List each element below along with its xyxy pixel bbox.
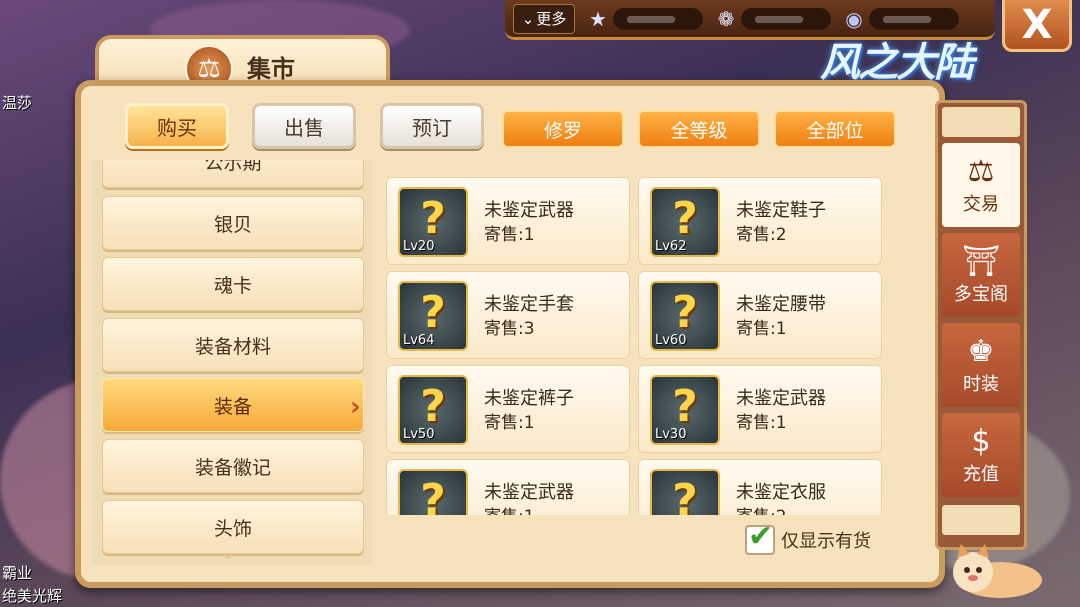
item-card[interactable]: ? Lv30 未鉴定武器 寄售:1 (638, 365, 882, 453)
star-icon: ★ (589, 6, 607, 31)
rail-ornament (942, 505, 1020, 535)
question-mark-icon: ? (420, 193, 446, 244)
item-card[interactable]: ? Lv62 未鉴定鞋子 寄售:2 (638, 177, 882, 265)
stock-only-toggle[interactable]: 仅显示有货 (745, 519, 871, 555)
scroll-down-icon: ⌄ (220, 540, 237, 564)
item-name: 未鉴定武器 (484, 200, 574, 221)
checkbox-checked-icon[interactable] (745, 519, 775, 555)
item-card[interactable]: ? Lv20 未鉴定武器 寄售:1 (386, 177, 630, 265)
question-mark-icon: ? (672, 287, 698, 338)
item-name: 未鉴定衣服 (736, 482, 826, 503)
stock-only-label: 仅显示有货 (781, 531, 871, 552)
conch-icon: ◉ (845, 6, 863, 31)
item-icon: ? Lv50 (398, 375, 468, 445)
item-card[interactable]: ? Lv60 未鉴定腰带 寄售:1 (638, 271, 882, 359)
dollar-icon: $ (971, 424, 991, 459)
item-level: Lv64 (403, 333, 435, 348)
side-menu-label: 交易 (963, 194, 999, 215)
tab-sell[interactable]: 出售 (252, 103, 356, 149)
close-icon: X (1021, 1, 1053, 48)
side-menu-label: 时装 (963, 374, 999, 395)
world-player-name: 霸业 (2, 564, 33, 582)
item-icon: ? Lv62 (650, 187, 720, 257)
item-consign-count: 寄售:2 (736, 502, 787, 515)
category-item-selected[interactable]: 装备 (102, 378, 364, 432)
world-player-name: 温莎 (2, 94, 33, 112)
resource-value (741, 7, 831, 30)
item-card[interactable]: ? 未鉴定衣服 寄售:2 (638, 459, 882, 515)
item-card[interactable]: ? 未鉴定武器 寄售:1 (386, 459, 630, 515)
outfit-icon: ♚ (967, 334, 995, 369)
item-icon: ? (398, 469, 468, 515)
class-filter-button[interactable]: 修罗 (502, 110, 624, 148)
category-item[interactable]: 魂卡 (102, 257, 364, 311)
question-mark-icon: ? (672, 475, 698, 515)
resource-shell: ❁ (715, 6, 831, 31)
side-menu-label: 多宝阁 (954, 284, 1008, 305)
item-name: 未鉴定武器 (736, 388, 826, 409)
close-button[interactable]: X (1002, 0, 1072, 52)
item-consign-count: 寄售:1 (484, 502, 535, 515)
item-consign-count: 寄售:1 (736, 413, 787, 433)
item-name: 未鉴定武器 (484, 482, 574, 503)
category-item[interactable]: 装备材料 (102, 318, 364, 372)
scale-icon: ⚖ (967, 154, 995, 189)
world-player-name: 绝美光辉 (2, 587, 63, 605)
treasure-icon: ⛩ (961, 244, 1001, 279)
item-level: Lv20 (403, 239, 435, 254)
item-level: Lv50 (403, 427, 435, 442)
side-menu-trade[interactable]: ⚖ 交易 (942, 143, 1020, 227)
resource-star: ★ (587, 6, 703, 31)
side-menu: ⚖ 交易 ⛩ 多宝阁 ♚ 时装 $ 充值 (935, 100, 1027, 550)
category-item[interactable]: 装备徽记 (102, 439, 364, 493)
page-title: 集市 (247, 55, 295, 83)
question-mark-icon: ? (420, 475, 446, 515)
pet-mascot-icon (953, 544, 1042, 598)
item-icon: ? Lv30 (650, 375, 720, 445)
category-list[interactable]: 公示期 银贝 魂卡 装备材料 装备 装备徽记 头饰 (92, 160, 372, 565)
item-name: 未鉴定裤子 (484, 388, 574, 409)
resource-value (613, 7, 703, 30)
item-name: 未鉴定手套 (484, 294, 574, 315)
question-mark-icon: ? (672, 193, 698, 244)
item-consign-count: 寄售:1 (484, 225, 535, 245)
more-label: 更多 (536, 10, 567, 28)
item-level: Lv30 (655, 427, 687, 442)
tab-buy[interactable]: 购买 (125, 103, 229, 149)
item-consign-count: 寄售:1 (484, 413, 535, 433)
item-level: Lv62 (655, 239, 687, 254)
item-list[interactable]: ? Lv20 未鉴定武器 寄售:1 ? Lv62 未鉴定鞋子 寄售:2 ? Lv64 … (382, 165, 890, 515)
item-name: 未鉴定鞋子 (736, 200, 826, 221)
item-icon: ? (650, 469, 720, 515)
item-level: Lv60 (655, 333, 687, 348)
item-name: 未鉴定腰带 (736, 294, 826, 315)
item-card[interactable]: ? Lv64 未鉴定手套 寄售:3 (386, 271, 630, 359)
item-consign-count: 寄售:1 (736, 319, 787, 339)
selected-arrow-icon: › (350, 392, 361, 422)
slot-filter-button[interactable]: 全部位 (774, 110, 896, 148)
category-item[interactable]: 银贝 (102, 196, 364, 250)
question-mark-icon: ? (672, 381, 698, 432)
category-item[interactable]: 公示期 (102, 160, 364, 188)
side-menu-fashion[interactable]: ♚ 时装 (942, 323, 1020, 407)
rail-ornament (942, 107, 1020, 137)
more-button[interactable]: ⌄ 更多 (513, 3, 575, 34)
item-icon: ? Lv64 (398, 281, 468, 351)
item-icon: ? Lv20 (398, 187, 468, 257)
question-mark-icon: ? (420, 287, 446, 338)
side-menu-label: 充值 (963, 464, 999, 485)
chevron-down-icon: ⌄ (521, 9, 535, 28)
item-icon: ? Lv60 (650, 281, 720, 351)
item-consign-count: 寄售:2 (736, 225, 787, 245)
resource-value (869, 7, 959, 30)
side-menu-treasure[interactable]: ⛩ 多宝阁 (942, 233, 1020, 317)
shell-icon: ❁ (717, 6, 735, 31)
item-consign-count: 寄售:3 (484, 319, 535, 339)
level-filter-button[interactable]: 全等级 (638, 110, 760, 148)
item-card[interactable]: ? Lv50 未鉴定裤子 寄售:1 (386, 365, 630, 453)
tab-reserve[interactable]: 预订 (380, 103, 484, 149)
side-menu-recharge[interactable]: $ 充值 (942, 413, 1020, 497)
resource-conch: ◉ (843, 6, 959, 31)
question-mark-icon: ? (420, 381, 446, 432)
